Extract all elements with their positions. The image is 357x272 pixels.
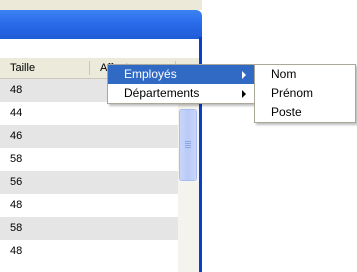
table-row[interactable]: 58 [0, 148, 178, 171]
table-row[interactable]: 46 [0, 125, 178, 148]
scrollbar-thumb[interactable] [179, 109, 197, 181]
column-header-label: Taille [10, 62, 36, 74]
table-row[interactable]: 58 [0, 217, 178, 240]
table-row[interactable]: 44 [0, 102, 178, 125]
menu-item-label: Départements [124, 86, 200, 100]
table-row[interactable]: 48 [0, 194, 178, 217]
submenu-arrow-icon [242, 71, 246, 79]
table-row[interactable]: 56 [0, 171, 178, 194]
submenu-item-label: Poste [271, 105, 302, 119]
table-body: 48 44 46 58 56 48 58 48 [0, 79, 178, 263]
column-header-taille[interactable]: Taille [0, 58, 90, 78]
cell-taille: 46 [10, 130, 23, 142]
app-window: Taille Affect… 48 44 46 58 56 48 58 48 [0, 0, 202, 272]
window-titlebar[interactable] [0, 10, 202, 39]
submenu-item-poste[interactable]: Poste [255, 103, 355, 122]
cell-taille: 58 [10, 153, 23, 165]
grip-line [185, 147, 191, 148]
submenu-item-label: Nom [271, 67, 297, 81]
vertical-scrollbar[interactable] [178, 79, 199, 272]
grip-line [185, 143, 191, 144]
table-row[interactable]: 48 [0, 240, 178, 263]
cell-taille: 56 [10, 176, 23, 188]
grip-line [185, 145, 191, 146]
cell-taille: 48 [10, 84, 23, 96]
cell-taille: 44 [10, 107, 23, 119]
submenu-item-label: Prénom [271, 86, 314, 100]
menu-item-departements[interactable]: Départements [108, 84, 254, 103]
cell-taille: 58 [10, 222, 23, 234]
submenu-item-prenom[interactable]: Prénom [255, 84, 355, 103]
submenu: Nom Prénom Poste [254, 64, 356, 123]
cell-taille: 48 [10, 199, 23, 211]
submenu-arrow-icon [242, 90, 246, 98]
cell-taille: 48 [10, 245, 23, 257]
menu-item-label: Employés [124, 67, 177, 81]
menu-item-employes[interactable]: Employés [108, 65, 254, 84]
context-menu: Employés Départements [107, 64, 255, 104]
window-top-strip [0, 0, 202, 10]
grip-line [185, 141, 191, 142]
submenu-item-nom[interactable]: Nom [255, 65, 355, 84]
